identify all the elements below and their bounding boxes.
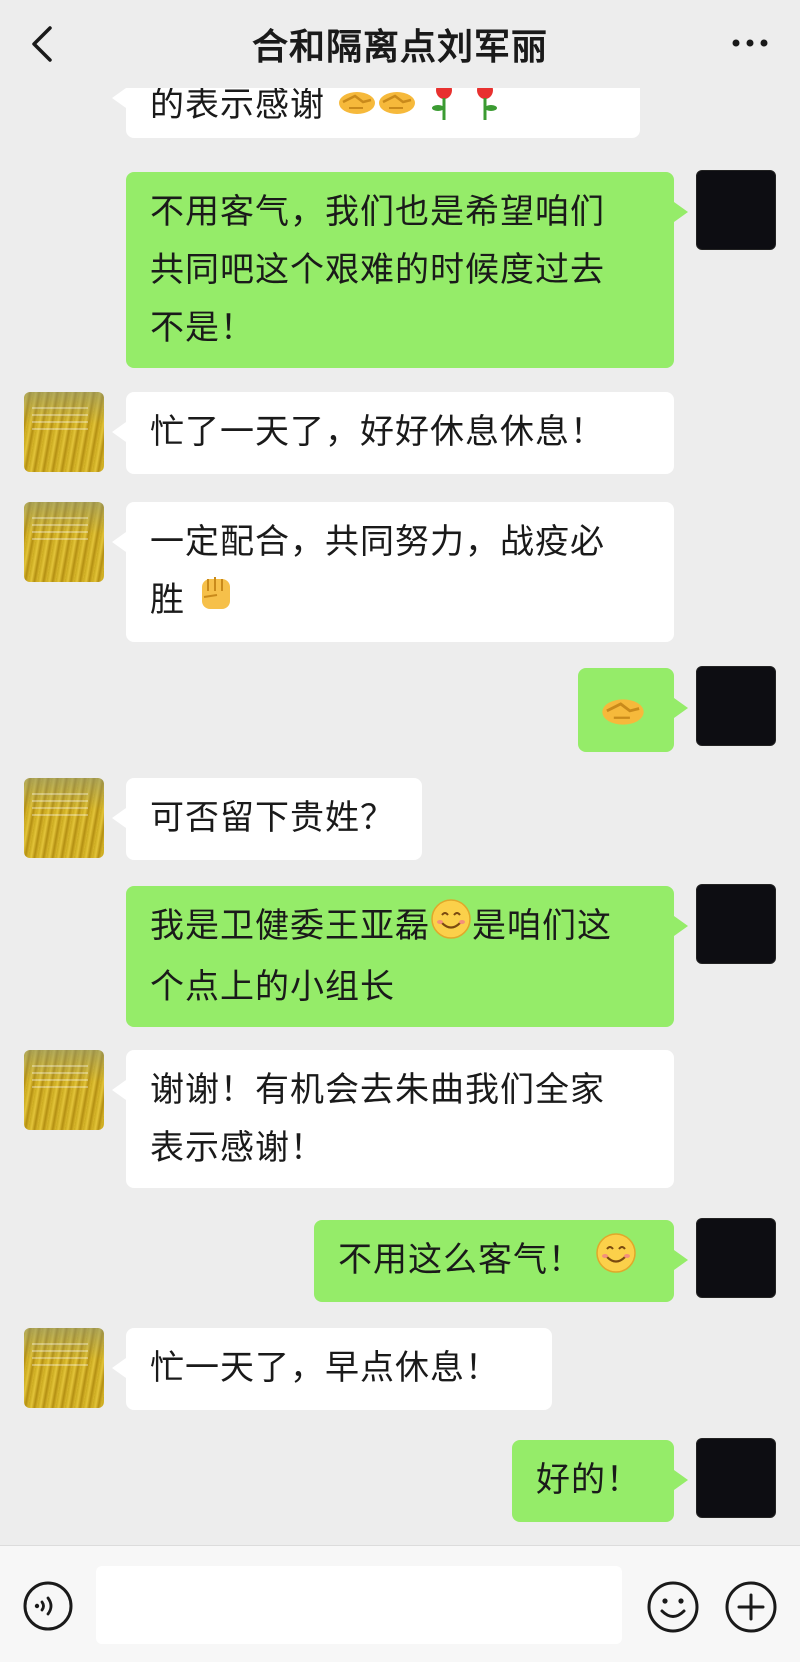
ellipsis-icon [732, 39, 768, 47]
message-text: 我是卫健委王亚磊 [150, 906, 430, 946]
my-avatar[interactable] [696, 1218, 776, 1298]
message-bubble-incoming[interactable]: 谢谢！有机会去朱曲我们全家 表示感谢！ [112, 1050, 674, 1188]
contact-avatar[interactable] [24, 778, 104, 858]
plus-icon [725, 1581, 777, 1633]
handshake-icon [377, 83, 417, 131]
more-functions-button[interactable] [724, 1580, 778, 1634]
message-text-line: 共同吧这个艰难的时候度过去 [150, 250, 605, 290]
chat-area[interactable]: 的表示感谢 不用客气，我们也是希望咱们 共同吧这个艰难的时候度过去 不是！ 忙了… [0, 0, 800, 1545]
message-text-line: 不用客气，我们也是希望咱们 [150, 192, 605, 232]
message-bubble-outgoing[interactable]: 好的！ [512, 1440, 688, 1522]
message-bubble-incoming[interactable]: 一定配合，共同努力，战疫必 胜 [112, 502, 674, 642]
message-text: 的表示感谢 [150, 85, 325, 125]
message-text: 忙一天了，早点休息！ [150, 1348, 500, 1388]
message-input[interactable] [96, 1566, 622, 1644]
more-options-button[interactable] [728, 28, 772, 58]
message-bubble-outgoing[interactable]: 不用客气，我们也是希望咱们 共同吧这个艰难的时候度过去 不是！ [126, 172, 688, 368]
smile-icon [430, 898, 472, 958]
handshake-icon [600, 690, 646, 748]
message-bubble-outgoing[interactable]: 不用这么客气！ [314, 1220, 688, 1302]
input-toolbar [0, 1545, 800, 1662]
raised-fist-icon [197, 573, 235, 631]
voice-input-button[interactable] [22, 1580, 74, 1632]
contact-avatar[interactable] [24, 1050, 104, 1130]
my-avatar[interactable] [696, 170, 776, 250]
message-text: 是咱们这 [472, 906, 612, 946]
emoji-icon [647, 1581, 699, 1633]
message-bubble-incoming[interactable]: 忙了一天了，好好休息休息！ [112, 392, 674, 474]
message-text: 好的！ [536, 1460, 641, 1500]
message-text-line: 不是！ [150, 308, 255, 348]
message-text: 不用这么客气！ [338, 1240, 583, 1280]
chevron-left-icon [32, 26, 52, 62]
message-bubble-outgoing[interactable]: 我是卫健委王亚磊 是咱们这 个点上的小组长 [126, 886, 688, 1027]
contact-avatar[interactable] [24, 1328, 104, 1408]
message-bubble-incoming[interactable]: 忙一天了，早点休息！ [112, 1328, 552, 1410]
message-text-line: 谢谢！有机会去朱曲我们全家 [150, 1070, 605, 1110]
contact-avatar[interactable] [24, 502, 104, 582]
my-avatar[interactable] [696, 1438, 776, 1518]
message-text-line: 表示感谢！ [150, 1128, 325, 1168]
message-text-line: 一定配合，共同努力，战疫必 [150, 522, 605, 562]
my-avatar[interactable] [696, 884, 776, 964]
top-navigation-bar: 合和隔离点刘军丽 [0, 0, 800, 88]
emoji-button[interactable] [646, 1580, 700, 1634]
message-bubble-outgoing[interactable] [578, 668, 688, 752]
contact-avatar[interactable] [24, 392, 104, 472]
smile-icon [595, 1232, 637, 1292]
message-text-line: 胜 [150, 580, 185, 620]
message-bubble-incoming[interactable]: 可否留下贵姓？ [112, 778, 422, 860]
chat-title: 合和隔离点刘军丽 [251, 27, 548, 68]
my-avatar[interactable] [696, 666, 776, 746]
message-text: 忙了一天了，好好休息休息！ [150, 412, 605, 452]
back-button[interactable] [22, 22, 66, 66]
message-text: 可否留下贵姓？ [150, 798, 395, 838]
voice-icon [23, 1581, 73, 1631]
handshake-icon [337, 83, 377, 131]
message-text-line: 个点上的小组长 [150, 966, 395, 1007]
